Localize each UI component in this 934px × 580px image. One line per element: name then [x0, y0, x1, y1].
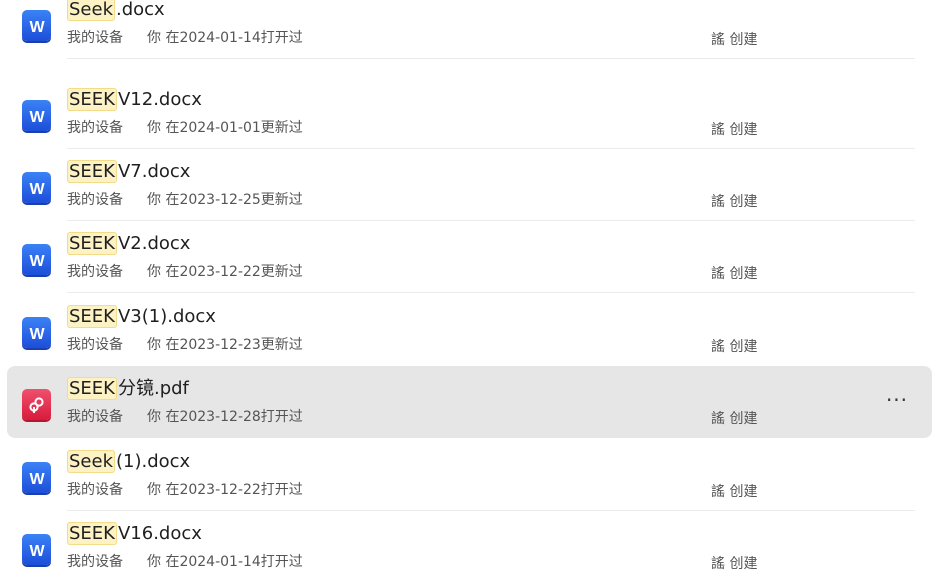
file-meta: 我的设备 你 在2023-12-28打开过 [67, 408, 303, 426]
file-name[interactable]: SEEK V7.docx [67, 160, 190, 184]
svg-text:W: W [29, 109, 45, 124]
svg-text:W: W [29, 253, 45, 268]
file-creator: 謠 创建 [711, 484, 758, 500]
file-row[interactable]: W Seek (1).docx 我的设备 你 在2023-12-22打开过 謠 创建 [7, 439, 932, 511]
file-creator: 謠 创建 [711, 556, 758, 572]
file-location: 我的设备 [67, 554, 123, 570]
pdf-icon [22, 389, 51, 420]
file-name[interactable]: SEEK 分镜.pdf [67, 377, 189, 401]
word-doc-icon: W [22, 10, 51, 41]
file-name[interactable]: Seek .docx [67, 0, 165, 22]
file-row[interactable]: W SEEK V2.docx 我的设备 你 在2023-12-22更新过 謠 创建 [7, 221, 932, 293]
file-location: 我的设备 [67, 120, 123, 136]
file-meta: 我的设备 你 在2024-01-01更新过 [67, 119, 303, 137]
file-name[interactable]: SEEK V16.docx [67, 522, 202, 546]
file-row[interactable]: W SEEK V3(1).docx 我的设备 你 在2023-12-23更新过 謠 … [7, 294, 932, 366]
search-highlight: SEEK [67, 232, 117, 255]
word-doc-icon: W [22, 172, 51, 203]
file-row[interactable]: W Seek .docx 我的设备 你 在2024-01-14打开过 謠 创建 [7, 0, 932, 59]
file-name-rest: V16.docx [117, 523, 202, 544]
svg-text:W: W [29, 543, 45, 558]
file-name-rest: V7.docx [117, 161, 191, 182]
search-highlight: SEEK [67, 377, 117, 400]
search-highlight: Seek [67, 450, 115, 473]
word-doc-icon: W [22, 317, 51, 348]
file-meta: 我的设备 你 在2023-12-25更新过 [67, 191, 303, 209]
file-name-rest: .docx [116, 0, 165, 20]
file-location: 我的设备 [67, 30, 123, 46]
file-row[interactable]: W SEEK V7.docx 我的设备 你 在2023-12-25更新过 謠 创建 [7, 149, 932, 221]
word-doc-icon: W [22, 100, 51, 131]
file-creator: 謠 创建 [711, 411, 758, 427]
word-doc-icon: W [22, 462, 51, 493]
search-highlight: SEEK [67, 522, 117, 545]
file-meta: 我的设备 你 在2024-01-14打开过 [67, 29, 303, 47]
file-row-selected[interactable]: SEEK 分镜.pdf 我的设备 你 在2023-12-28打开过 謠 创建 ··· [7, 366, 932, 438]
file-location: 我的设备 [67, 192, 123, 208]
file-activity: 你 在2023-12-22更新过 [147, 264, 303, 280]
file-meta: 我的设备 你 在2023-12-23更新过 [67, 336, 303, 354]
file-activity: 你 在2024-01-01更新过 [147, 120, 303, 136]
file-location: 我的设备 [67, 264, 123, 280]
search-highlight: SEEK [67, 305, 117, 328]
more-options-button[interactable]: ··· [883, 388, 911, 416]
file-name-rest: V12.docx [117, 89, 202, 110]
file-location: 我的设备 [67, 337, 123, 353]
file-name-rest: 分镜.pdf [117, 378, 189, 399]
file-location: 我的设备 [67, 482, 123, 498]
file-activity: 你 在2024-01-14打开过 [147, 554, 303, 570]
file-meta: 我的设备 你 在2023-12-22更新过 [67, 263, 303, 281]
file-activity: 你 在2023-12-23更新过 [147, 337, 303, 353]
file-name-rest: (1).docx [116, 451, 191, 472]
file-meta: 我的设备 你 在2023-12-22打开过 [67, 481, 303, 499]
file-activity: 你 在2023-12-22打开过 [147, 482, 303, 498]
search-highlight: Seek [67, 0, 115, 21]
file-row[interactable]: W SEEK V16.docx 我的设备 你 在2024-01-14打开过 謠 创建 [7, 511, 932, 580]
file-creator: 謠 创建 [711, 122, 758, 138]
file-name[interactable]: Seek (1).docx [67, 450, 190, 474]
svg-text:W: W [29, 471, 45, 486]
svg-text:W: W [29, 326, 45, 341]
svg-text:W: W [29, 181, 45, 196]
file-meta: 我的设备 你 在2024-01-14打开过 [67, 553, 303, 571]
word-doc-icon: W [22, 244, 51, 275]
file-name[interactable]: SEEK V2.docx [67, 232, 190, 256]
row-divider [67, 292, 915, 293]
file-row[interactable]: W SEEK V12.docx 我的设备 你 在2024-01-01更新过 謠 创建 [7, 77, 932, 149]
file-activity: 你 在2023-12-28打开过 [147, 409, 303, 425]
search-highlight: SEEK [67, 160, 117, 183]
file-location: 我的设备 [67, 409, 123, 425]
search-highlight: SEEK [67, 88, 117, 111]
file-activity: 你 在2024-01-14打开过 [147, 30, 303, 46]
svg-text:W: W [29, 19, 45, 34]
file-creator: 謠 创建 [711, 339, 758, 355]
file-name[interactable]: SEEK V12.docx [67, 88, 202, 112]
file-list: W Seek .docx 我的设备你 在2024-01-14打开过 謠 创建 W … [0, 0, 934, 580]
file-name-rest: V3(1).docx [117, 306, 216, 327]
file-name-rest: V2.docx [117, 233, 191, 254]
file-creator: 謠 创建 [711, 194, 758, 210]
row-divider [67, 58, 915, 59]
file-name[interactable]: SEEK V3(1).docx [67, 305, 216, 329]
word-doc-icon: W [22, 534, 51, 565]
file-creator: 謠 创建 [711, 266, 758, 282]
file-activity: 你 在2023-12-25更新过 [147, 192, 303, 208]
file-creator: 謠 创建 [711, 32, 758, 48]
